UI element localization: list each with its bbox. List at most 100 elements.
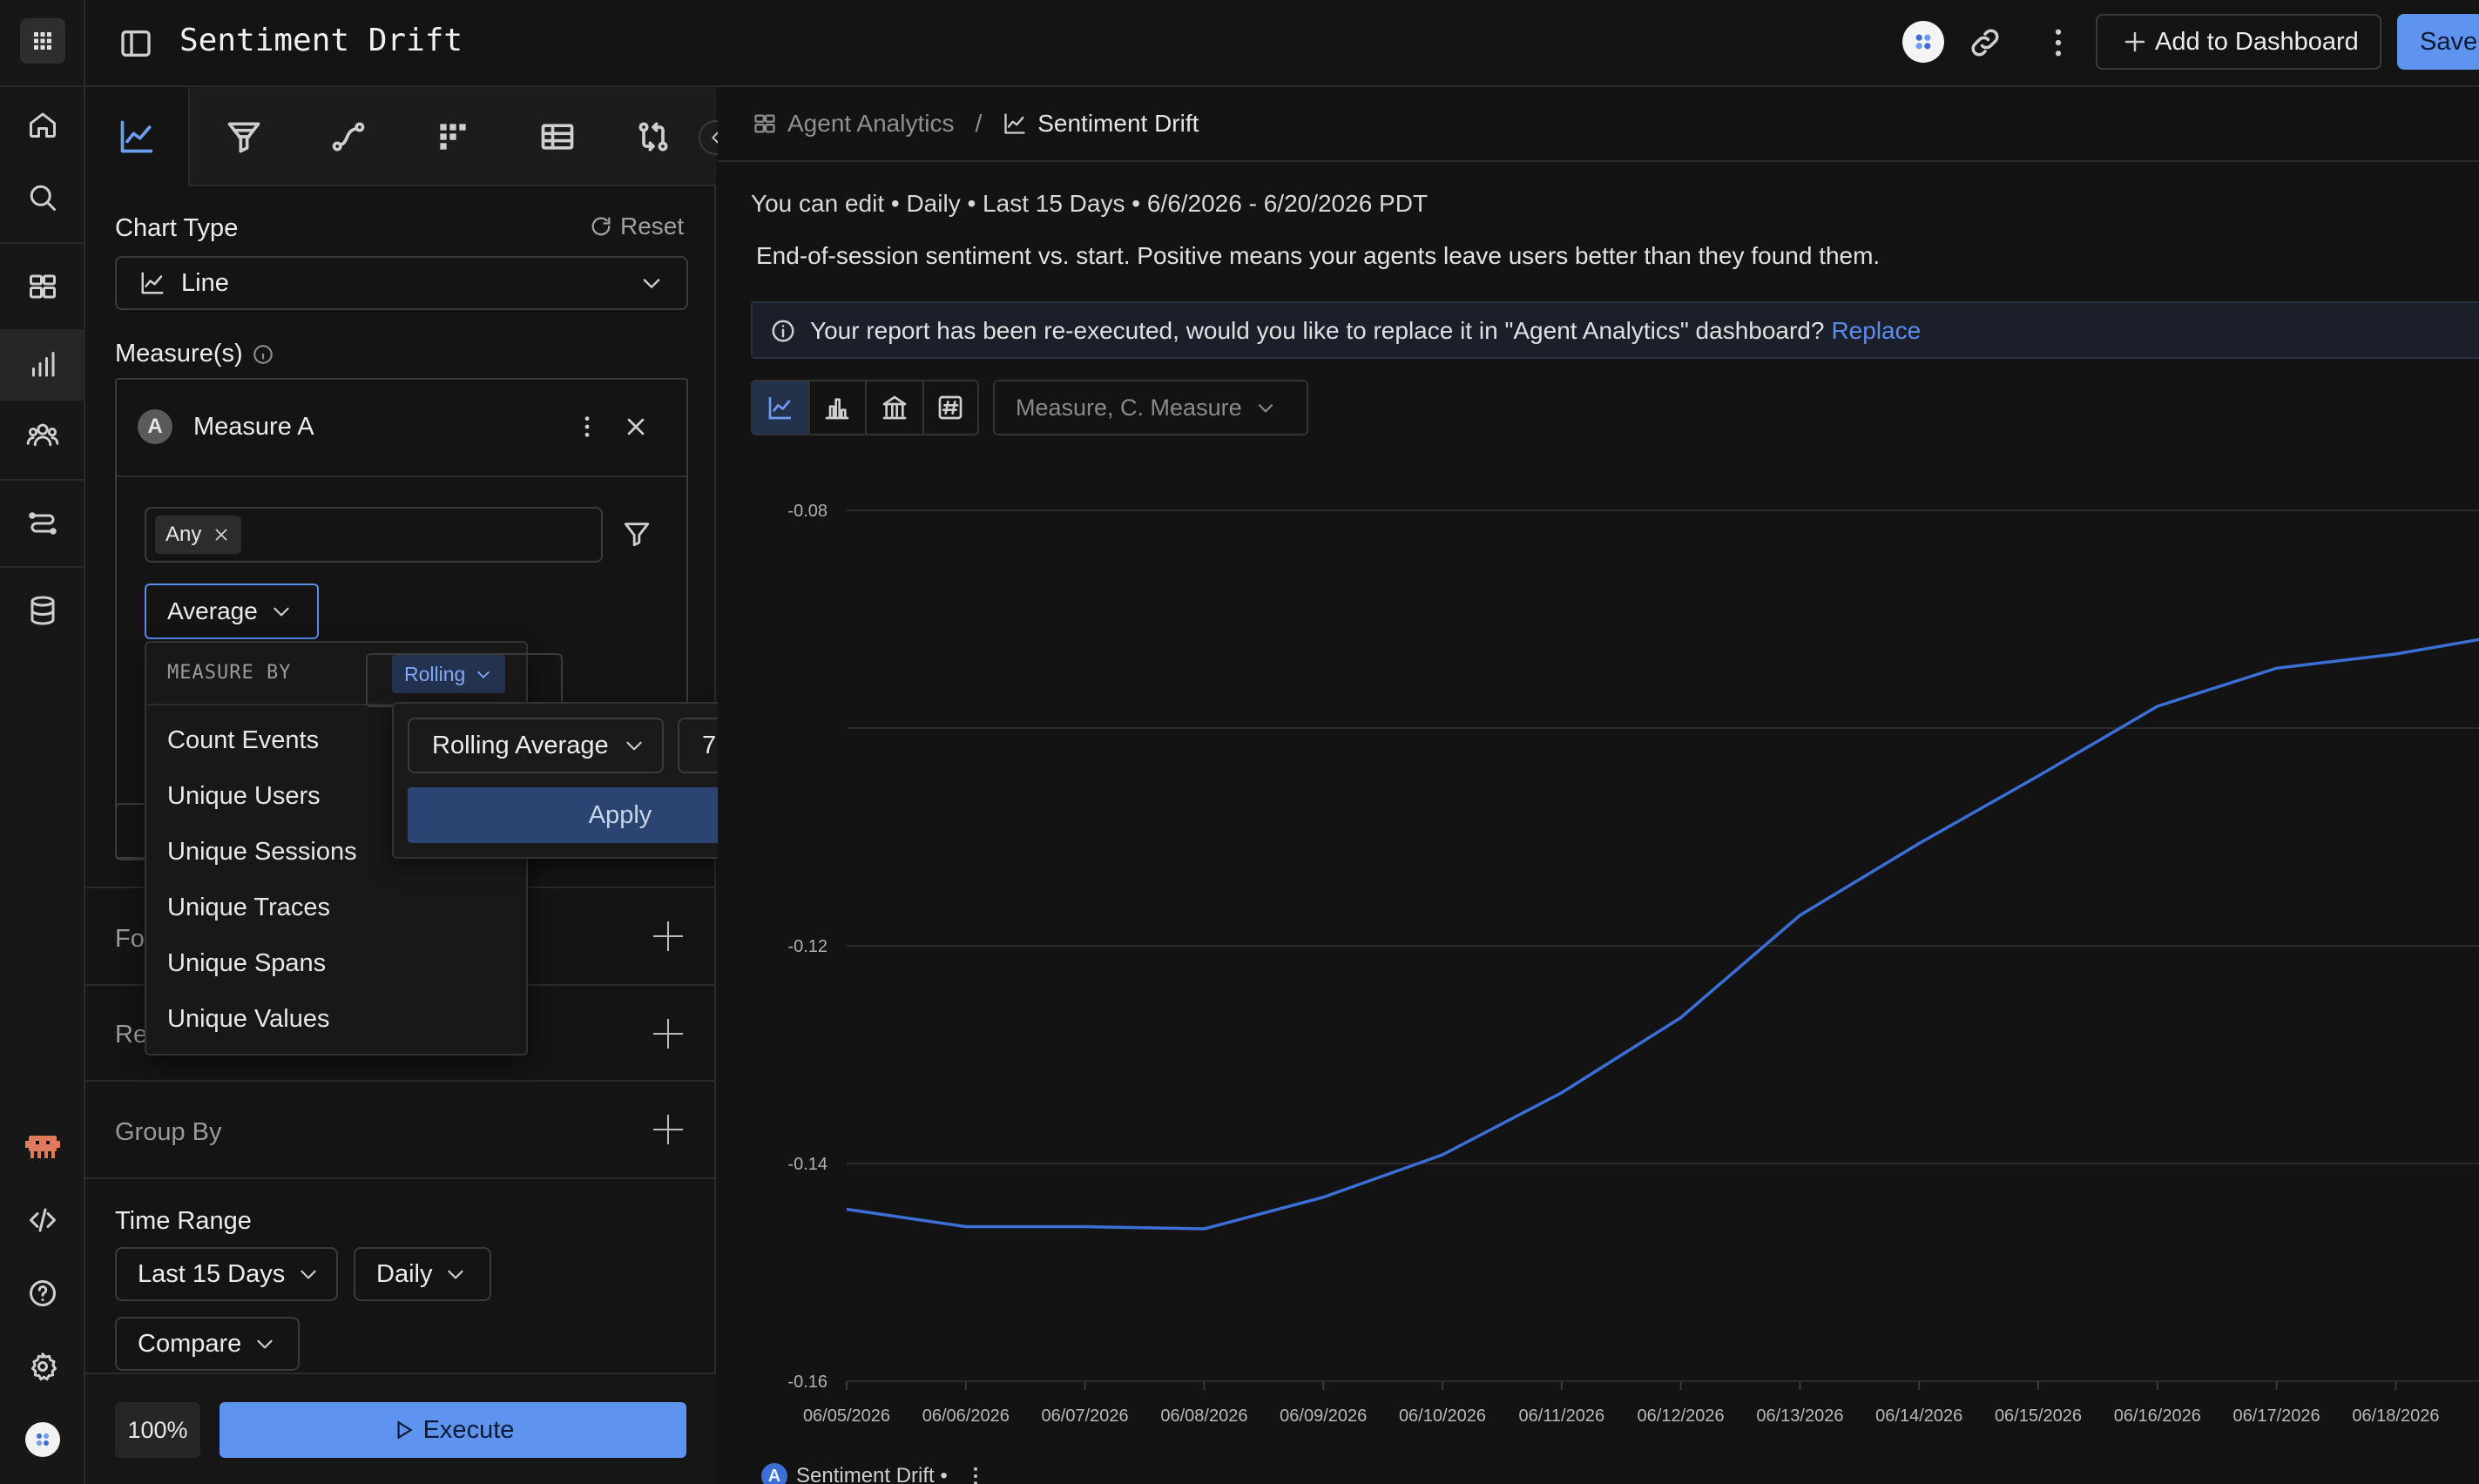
help-icon[interactable]	[0, 1263, 85, 1324]
line-chart-icon	[1004, 113, 1025, 134]
tab-compare[interactable]	[610, 87, 697, 186]
tab-flows[interactable]	[296, 87, 401, 186]
chip-remove-icon[interactable]	[212, 525, 231, 544]
flows-icon[interactable]	[0, 493, 85, 554]
compare-value: Compare	[138, 1329, 242, 1358]
add-group-by-icon[interactable]	[653, 1115, 683, 1144]
viz-bar-button[interactable]	[807, 381, 866, 434]
x-tick-label: 06/06/2026	[922, 1406, 1010, 1426]
tab-funnels[interactable]	[192, 87, 296, 186]
chart-type-value: Line	[181, 268, 229, 297]
rolling-function-select[interactable]: Rolling Average	[408, 718, 664, 773]
git-compare-icon	[638, 122, 668, 152]
breadcrumb-separator: /	[975, 110, 983, 137]
bar-chart-icon	[825, 398, 849, 420]
line-chart-icon	[141, 272, 164, 294]
report-meta: You can edit • Daily • Last 15 Days • 6/…	[751, 190, 1429, 217]
users-icon[interactable]	[0, 404, 85, 465]
execute-button[interactable]: Execute	[220, 1402, 686, 1458]
page-title: Sentiment Drift	[179, 23, 463, 58]
chart-type-select[interactable]: Line	[115, 256, 688, 310]
dashboards-icon[interactable]	[0, 256, 85, 317]
aggregation-select[interactable]: Average	[145, 583, 319, 639]
info-icon	[253, 344, 273, 364]
filter-icon[interactable]	[622, 519, 652, 549]
granularity-value: Daily	[376, 1259, 433, 1288]
search-icon[interactable]	[0, 167, 85, 228]
retention-grid-icon	[440, 124, 466, 150]
notice-banner: Your report has been re-executed, would …	[751, 301, 2479, 359]
add-formula-icon[interactable]	[653, 921, 683, 951]
breadcrumb: Agent Analytics / Sentiment Drift	[718, 87, 2479, 162]
legend-label: Sentiment Drift •	[796, 1464, 948, 1484]
add-to-dashboard-label: Add to Dashboard	[2155, 27, 2359, 56]
chart-legend[interactable]: A Sentiment Drift •	[761, 1463, 988, 1484]
chevron-down-icon	[625, 741, 642, 751]
compare-select[interactable]: Compare	[115, 1317, 300, 1371]
settings-icon[interactable]	[0, 1336, 85, 1397]
group-by-section[interactable]: Group By	[85, 1080, 716, 1177]
measure-more-icon[interactable]	[573, 413, 601, 441]
code-icon[interactable]	[0, 1190, 85, 1251]
x-tick-label: 06/12/2026	[1638, 1406, 1725, 1426]
chevron-down-icon	[1258, 403, 1273, 413]
result-heading: Re	[115, 1021, 148, 1049]
viz-number-button[interactable]	[922, 381, 978, 434]
y-tick-label: -0.08	[787, 502, 827, 521]
aggregation-value: Average	[167, 597, 258, 624]
breadcrumb-current: Sentiment Drift	[1037, 110, 1199, 137]
remove-measure-icon[interactable]	[622, 413, 650, 441]
menu-item-count-events[interactable]: Count Events	[167, 726, 319, 755]
save-button[interactable]: Save	[2397, 14, 2479, 70]
play-icon	[397, 1420, 413, 1440]
menu-item-unique-traces[interactable]: Unique Traces	[167, 894, 330, 922]
workspace-icon[interactable]	[1902, 21, 1944, 63]
reset-icon	[591, 217, 611, 236]
granularity-select[interactable]: Daily	[354, 1247, 491, 1301]
chevron-down-icon	[448, 1270, 464, 1279]
menu-item-unique-users[interactable]: Unique Users	[167, 782, 321, 811]
link-icon[interactable]	[1967, 24, 2003, 61]
left-rail	[0, 0, 85, 1484]
time-range-heading: Time Range	[115, 1207, 252, 1235]
measure-selector[interactable]: Measure, C. Measure	[993, 380, 1308, 435]
app-grid-icon[interactable]	[0, 10, 85, 71]
viz-toggle-group	[751, 380, 979, 435]
breadcrumb-parent[interactable]: Agent Analytics	[787, 110, 954, 138]
measure-title: Measure A	[193, 413, 314, 441]
replace-link[interactable]: Replace	[1831, 317, 1921, 345]
viz-line-button[interactable]	[753, 381, 808, 434]
home-icon[interactable]	[0, 94, 85, 155]
menu-item-unique-values[interactable]: Unique Values	[167, 1005, 329, 1034]
mascot-icon[interactable]	[0, 1116, 85, 1177]
reports-icon[interactable]	[0, 329, 85, 401]
reset-button[interactable]: Reset	[589, 212, 684, 240]
reset-label: Reset	[620, 212, 685, 239]
time-range-select[interactable]: Last 15 Days	[115, 1247, 338, 1301]
filter-chip: Any	[155, 516, 242, 554]
sidebar-toggle-icon[interactable]	[118, 26, 153, 61]
tab-insights[interactable]	[85, 87, 190, 186]
workspace-avatar[interactable]	[0, 1409, 85, 1470]
info-icon	[772, 320, 794, 342]
tab-table[interactable]	[505, 87, 610, 186]
database-icon[interactable]	[0, 580, 85, 641]
time-range-value: Last 15 Days	[138, 1259, 286, 1288]
menu-item-unique-sessions[interactable]: Unique Sessions	[167, 838, 357, 867]
add-to-dashboard-button[interactable]: Add to Dashboard	[2096, 14, 2381, 70]
viz-stacked-button[interactable]	[865, 381, 922, 434]
funnel-icon	[227, 122, 260, 153]
add-result-icon[interactable]	[653, 1019, 683, 1049]
menu-item-unique-spans[interactable]: Unique Spans	[167, 949, 326, 978]
x-tick-label: 06/17/2026	[2233, 1406, 2320, 1426]
x-tick-label: 06/11/2026	[1518, 1406, 1604, 1426]
table-icon	[541, 124, 574, 150]
report-description: End-of-session sentiment vs. start. Posi…	[756, 242, 1881, 269]
measures-heading-label: Measure(s)	[115, 340, 243, 368]
tab-retention[interactable]	[401, 87, 505, 186]
line-chart: -0.08 -0.12 -0.14 -0.16 06/05/2026 06/06/2026…	[787, 502, 2479, 1426]
zoom-level[interactable]: 100%	[115, 1402, 200, 1458]
save-label: Save	[2420, 27, 2478, 56]
rolling-function-value: Rolling Average	[432, 731, 609, 759]
more-vertical-icon[interactable]	[2040, 24, 2077, 61]
